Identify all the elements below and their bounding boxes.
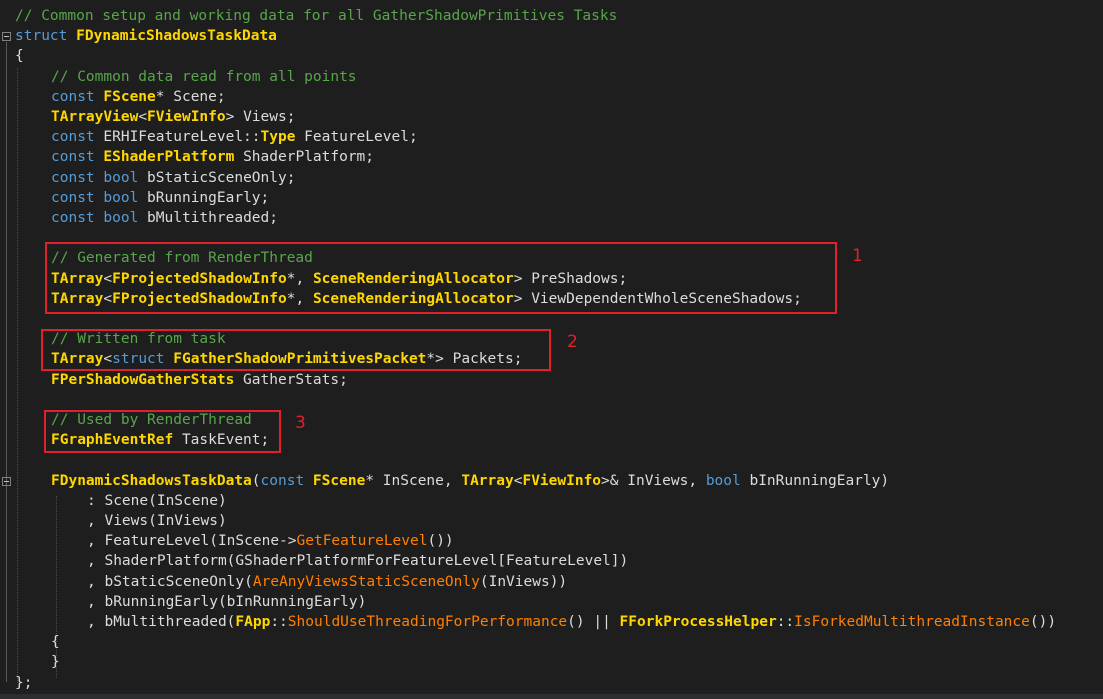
code-token: , bRunningEarly(bInRunningEarly) [87,593,367,610]
code-token: FApp [235,614,271,630]
code-token: const [51,149,95,166]
outline-gutter-line-inner [6,490,7,680]
code-editor[interactable]: // Common setup and working data for all… [0,0,1103,699]
code-token: bool [705,472,741,489]
collapse-icon[interactable] [2,32,11,41]
code-token: (InViews)) [479,573,568,590]
code-token: const [51,189,95,206]
annotation-box-1 [45,242,837,314]
code-token: , FeatureLevel(InScene-> [87,533,297,550]
code-token: FDynamicShadowsTaskData [76,28,277,45]
code-token: bool [103,169,139,186]
code-token: bMultithreaded; [138,210,278,226]
code-token: // Common setup and working data for all… [15,8,618,24]
code-token: bRunningEarly; [138,189,270,206]
code-token: const [51,88,95,105]
code-token: FViewInfo [147,109,226,125]
code-token: ERHIFeatureLevel:: [94,129,261,146]
code-token: , Views(InViews) [87,513,227,529]
code-token: bool [103,189,139,206]
code-token: :: [776,614,795,630]
code-token: ( [251,472,261,489]
code-token: , bMultithreaded( [87,614,236,630]
annotation-box-3 [44,410,281,453]
code-token: AreAnyViewsStaticSceneOnly [252,573,480,590]
code-token: }; [15,674,33,691]
code-token: ShouldUseThreadingForPerformance [287,614,568,630]
code-token: () || [567,614,620,630]
code-token: GetFeatureLevel [296,533,428,550]
code-token: >& InViews, [601,472,706,489]
code-token: FeatureLevel; [295,129,418,146]
code-token: const [51,129,95,146]
code-token: struct [15,28,68,45]
code-token: FScene [103,88,156,105]
code-token: Type [260,129,296,146]
annotation-label-2: 2 [567,332,578,352]
code-token: TArrayView [51,109,139,125]
code-token: FScene [312,472,366,489]
code-token: ShaderPlatform; [234,149,375,166]
horizontal-scrollbar[interactable] [0,694,1103,699]
indent-guide [17,68,18,683]
code-token: // Common data read from all points [51,68,357,85]
code-token: FForkProcessHelper [619,614,777,630]
annotation-label-1: 1 [852,246,863,266]
code-token: GatherStats; [234,371,348,388]
code-token: const [51,169,95,186]
code-token: ()) [427,533,454,550]
code-token: bool [103,210,139,226]
annotation-box-2 [41,329,551,371]
code-token: TArray [461,472,514,489]
code-token: bInRunningEarly) [740,472,890,489]
code-token: : Scene(InScene) [87,492,227,509]
code-token: * InScene, [365,472,462,489]
code-token: IsForkedMultithreadInstance [794,614,1030,630]
code-token: EShaderPlatform [103,149,235,166]
annotation-label-3: 3 [295,413,306,433]
code-token: , ShaderPlatform(GShaderPlatformForFeatu… [87,553,629,570]
code-token: FViewInfo [522,472,602,489]
code-token: FDynamicShadowsTaskData [51,472,252,489]
collapse-icon[interactable] [2,477,11,486]
code-token: > Views; [225,109,296,125]
code-token: < [138,109,148,125]
code-token: * Scene; [155,88,226,105]
code-token: const [51,210,95,226]
code-token: { [15,48,24,65]
code-token: FPerShadowGatherStats [51,371,235,388]
code-token: ()) [1029,614,1057,630]
code-token: bStaticSceneOnly; [138,169,296,186]
code-token: } [51,654,60,671]
code-token: :: [270,614,288,630]
code-token: { [51,634,60,651]
code-token: , bStaticSceneOnly( [87,573,253,590]
code-token: const [260,472,305,489]
